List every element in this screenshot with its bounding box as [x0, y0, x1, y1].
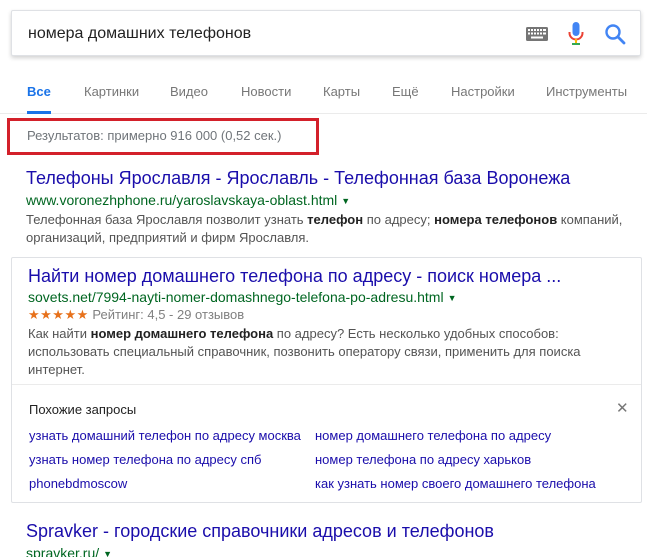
search-result: Spravker - городские справочники адресов…: [26, 521, 494, 557]
result-title[interactable]: Найти номер домашнего телефона по адресу…: [28, 266, 608, 287]
search-box[interactable]: номера домашних телефонов: [11, 10, 641, 56]
related-searches-title: Похожие запросы: [29, 402, 137, 417]
related-search-link[interactable]: номер телефона по адресу харьков: [315, 452, 531, 467]
tab-images[interactable]: Картинки: [84, 84, 139, 114]
tab-video[interactable]: Видео: [170, 84, 208, 114]
result-snippet: Как найти номер домашнего телефона по ад…: [28, 325, 608, 379]
search-result: Найти номер домашнего телефона по адресу…: [28, 266, 608, 379]
tab-settings[interactable]: Настройки: [451, 84, 515, 114]
caret-down-icon[interactable]: ▼: [341, 196, 350, 206]
snippet-bold: номера телефонов: [434, 212, 558, 227]
snippet-text: Телефонная база Ярославля позволит узнат…: [26, 212, 308, 227]
tab-news[interactable]: Новости: [241, 84, 291, 114]
tab-all[interactable]: Все: [27, 84, 51, 114]
rating-text: Рейтинг: 4,5 - 29 отзывов: [92, 307, 245, 322]
snippet-text: по адресу;: [363, 212, 435, 227]
close-icon[interactable]: ✕: [616, 399, 629, 417]
result-snippet: Телефонная база Ярославля позволит узнат…: [26, 211, 626, 247]
result-url: sovets.net/7994-nayti-nomer-domashnego-t…: [28, 289, 608, 305]
related-search-link[interactable]: phonebdmoscow: [29, 476, 127, 491]
related-search-link[interactable]: узнать домашний телефон по адресу москва: [29, 428, 301, 443]
result-card: Найти номер домашнего телефона по адресу…: [11, 257, 642, 503]
search-icon[interactable]: [604, 23, 626, 45]
search-tabs: Все Картинки Видео Новости Карты Ещё Нас…: [0, 82, 647, 114]
caret-down-icon[interactable]: ▼: [103, 549, 112, 557]
result-url: www.voronezhphone.ru/yaroslavskaya-oblas…: [26, 192, 626, 208]
result-url-text[interactable]: spravker.ru/: [26, 545, 99, 557]
result-url-text[interactable]: sovets.net/7994-nayti-nomer-domashnego-t…: [28, 289, 444, 305]
tab-maps[interactable]: Карты: [323, 84, 360, 114]
mic-icon[interactable]: [568, 22, 584, 46]
result-title[interactable]: Spravker - городские справочники адресов…: [26, 521, 494, 542]
keyboard-icon[interactable]: [526, 27, 548, 41]
search-result: Телефоны Ярославля - Ярославль - Телефон…: [26, 168, 626, 247]
snippet-bold: номер домашнего телефона: [90, 326, 274, 341]
snippet-text: Как найти: [28, 326, 91, 341]
snippet-bold: телефон: [307, 212, 364, 227]
tab-tools[interactable]: Инструменты: [546, 84, 627, 114]
caret-down-icon[interactable]: ▼: [448, 293, 457, 303]
result-stats: Результатов: примерно 916 000 (0,52 сек.…: [27, 128, 282, 143]
divider: [12, 384, 641, 385]
tab-more[interactable]: Ещё: [392, 84, 419, 114]
related-search-link[interactable]: как узнать номер своего домашнего телефо…: [315, 476, 596, 491]
result-url: spravker.ru/ ▼: [26, 545, 494, 557]
result-url-text[interactable]: www.voronezhphone.ru/yaroslavskaya-oblas…: [26, 192, 337, 208]
rating-row: ★★★★★ Рейтинг: 4,5 - 29 отзывов: [28, 307, 608, 323]
result-title[interactable]: Телефоны Ярославля - Ярославль - Телефон…: [26, 168, 626, 189]
related-search-link[interactable]: номер домашнего телефона по адресу: [315, 428, 551, 443]
star-rating-icon: ★★★★★: [28, 307, 89, 322]
search-input[interactable]: номера домашних телефонов: [28, 25, 251, 43]
related-search-link[interactable]: узнать номер телефона по адресу спб: [29, 452, 261, 467]
